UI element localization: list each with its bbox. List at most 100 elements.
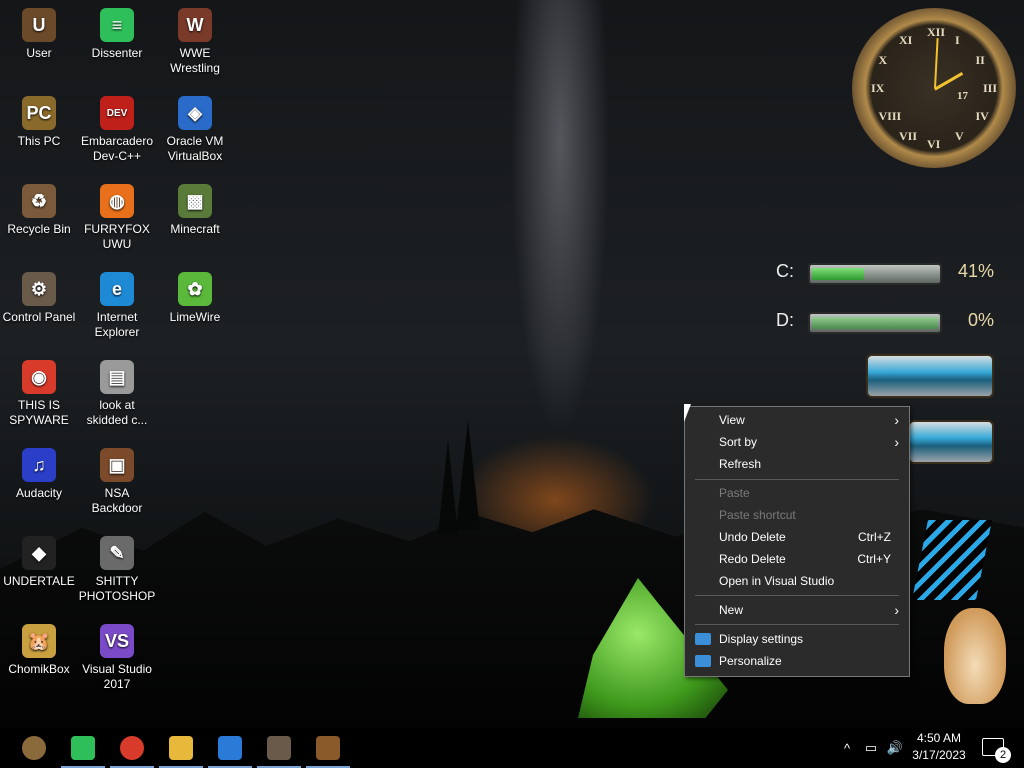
desktop-icon[interactable]: ▣ NSA Backdoor — [78, 448, 156, 516]
taskbar-time: 4:50 AM — [916, 731, 962, 745]
desktop-icon-label: Internet Explorer — [94, 310, 140, 339]
winamp-taskbar-icon[interactable] — [304, 728, 352, 768]
pine-tree — [438, 440, 458, 535]
control-panel-taskbar-icon[interactable] — [255, 728, 303, 768]
desktop-icon[interactable]: ▩ Minecraft — [156, 184, 234, 237]
desktop-icon[interactable]: PC This PC — [0, 96, 78, 149]
menu-item-label: Sort by — [719, 435, 758, 449]
menu-item-label: Redo Delete — [719, 552, 786, 566]
personalize-icon — [695, 655, 711, 667]
drive-c-label: C: — [776, 261, 794, 281]
desktop-icon[interactable]: ◈ Oracle VM VirtualBox — [156, 96, 234, 164]
wwe-icon: W — [178, 8, 212, 42]
file-explorer-taskbar-icon[interactable] — [157, 728, 205, 768]
virtualbox-icon: ◈ — [178, 96, 212, 130]
undertale-icon: ◆ — [22, 536, 56, 570]
desktop-icon-label: UNDERTALE — [3, 574, 75, 588]
desktop-icon[interactable]: e Internet Explorer — [78, 272, 156, 340]
clock-numeral: III — [983, 81, 998, 95]
menu-item-label: Paste — [719, 486, 750, 500]
clock-numeral: IV — [975, 109, 989, 123]
minecraft-icon: ▩ — [178, 184, 212, 218]
shark-app-taskbar-icon[interactable] — [206, 728, 254, 768]
visual-studio-icon: VS — [100, 624, 134, 658]
desktop-icon-label: This PC — [17, 134, 61, 148]
start-button[interactable] — [10, 728, 58, 768]
menu-item-undo-delete[interactable]: Undo Delete Ctrl+Z — [685, 526, 909, 548]
clock-minute-hand — [934, 38, 939, 89]
clock-numeral: VII — [899, 129, 918, 144]
menu-item-label: Undo Delete — [719, 530, 786, 544]
menu-item-label: Paste shortcut — [719, 508, 796, 522]
menu-item-new[interactable]: New › — [685, 599, 909, 621]
drive-d-percent: 0% — [967, 310, 994, 330]
desktop-icon[interactable]: ◍ FURRYFOX UWU — [78, 184, 156, 252]
desktop-icon[interactable]: ✿ LimeWire — [156, 272, 234, 325]
desktop-icon-label: Minecraft — [170, 222, 220, 236]
clock-numeral: IX — [871, 81, 885, 95]
desktop-icon[interactable]: ◆ UNDERTALE — [0, 536, 78, 589]
network-icon[interactable]: ▭ — [860, 728, 882, 768]
desktop-icon-label: Recycle Bin — [7, 222, 71, 236]
desktop-icon[interactable]: ▤ look at skidded c... — [78, 360, 156, 428]
menu-item-shortcut: Ctrl+Z — [858, 530, 891, 544]
desktop-icon[interactable]: ✎ SHITTY PHOTOSHOP — [78, 536, 156, 604]
steampunk-pipe-gauge — [908, 420, 994, 464]
files-icon: ▤ — [100, 360, 134, 394]
chevron-right-icon: › — [894, 602, 899, 618]
chrome-icon: ◉ — [22, 360, 56, 394]
notifications-button[interactable]: 2 — [982, 738, 1011, 763]
menu-item-open-in-visual-studio[interactable]: Open in Visual Studio — [685, 570, 909, 592]
desktop-icon[interactable]: ⚙ Control Panel — [0, 272, 78, 325]
menu-separator — [695, 595, 899, 596]
menu-item-label: Open in Visual Studio — [719, 574, 835, 588]
clock-numeral: VI — [927, 137, 941, 151]
desktop-icon-label: User — [26, 46, 52, 60]
shark-app-taskbar-icon — [218, 736, 242, 760]
clock-date: 17 — [957, 90, 968, 102]
mouse-pointer — [684, 404, 691, 422]
menu-item-label: Display settings — [719, 632, 804, 646]
chevron-right-icon: › — [894, 434, 899, 450]
desktop-icon-label: LimeWire — [169, 310, 221, 324]
desktop-icon[interactable]: ♫ Audacity — [0, 448, 78, 501]
taskbar-date: 3/17/2023 — [912, 748, 966, 762]
chevron-right-icon: › — [894, 412, 899, 428]
start-icon — [22, 736, 46, 760]
dissenter-taskbar-icon[interactable] — [59, 728, 107, 768]
gimp-icon: ✎ — [100, 536, 134, 570]
desktop-icon-label: Audacity — [15, 486, 63, 500]
desktop-icon[interactable]: DEV Embarcadero Dev-C++ — [78, 96, 156, 164]
desktop-icon[interactable]: ◉ THIS IS SPYWARE — [0, 360, 78, 428]
recycle-bin-icon: ♻ — [22, 184, 56, 218]
control-panel-icon: ⚙ — [22, 272, 56, 306]
menu-item-display-settings[interactable]: Display settings — [685, 628, 909, 650]
menu-item-view[interactable]: View › — [685, 409, 909, 431]
menu-item-sort-by[interactable]: Sort by › — [685, 431, 909, 453]
winamp-taskbar-icon — [316, 736, 340, 760]
notification-count-badge: 2 — [995, 747, 1011, 763]
desktop-icon-label: FURRYFOX UWU — [84, 222, 150, 251]
show-hidden-icons-chevron[interactable]: ^ — [838, 728, 856, 768]
file-explorer-taskbar-icon — [169, 736, 193, 760]
menu-item-redo-delete[interactable]: Redo Delete Ctrl+Y — [685, 548, 909, 570]
menu-item-paste-shortcut: Paste shortcut — [685, 504, 909, 526]
desktop-icon[interactable]: 🐹 ChomikBox — [0, 624, 78, 677]
desktop-icon-label: Visual Studio 2017 — [82, 662, 152, 691]
limewire-icon: ✿ — [178, 272, 212, 306]
menu-item-label: View — [719, 413, 745, 427]
chrome-taskbar-icon[interactable] — [108, 728, 156, 768]
volume-icon[interactable]: 🔊 — [884, 728, 906, 768]
desktop-icon[interactable]: W WWE Wrestling — [156, 8, 234, 76]
clock-numeral: XI — [899, 32, 913, 47]
desktop-icon[interactable]: ≡ Dissenter — [78, 8, 156, 61]
drive-c-meter: C: 41% — [770, 257, 1000, 289]
user-folder-icon: U — [22, 8, 56, 42]
menu-item-refresh[interactable]: Refresh — [685, 453, 909, 475]
menu-item-personalize[interactable]: Personalize — [685, 650, 909, 672]
desktop-icon[interactable]: VS Visual Studio 2017 — [78, 624, 156, 692]
desktop-icon[interactable]: ♻ Recycle Bin — [0, 184, 78, 237]
display-settings-icon — [695, 633, 711, 645]
taskbar-clock[interactable]: 4:50 AM 3/17/2023 — [908, 730, 970, 764]
desktop-icon[interactable]: U User — [0, 8, 78, 61]
